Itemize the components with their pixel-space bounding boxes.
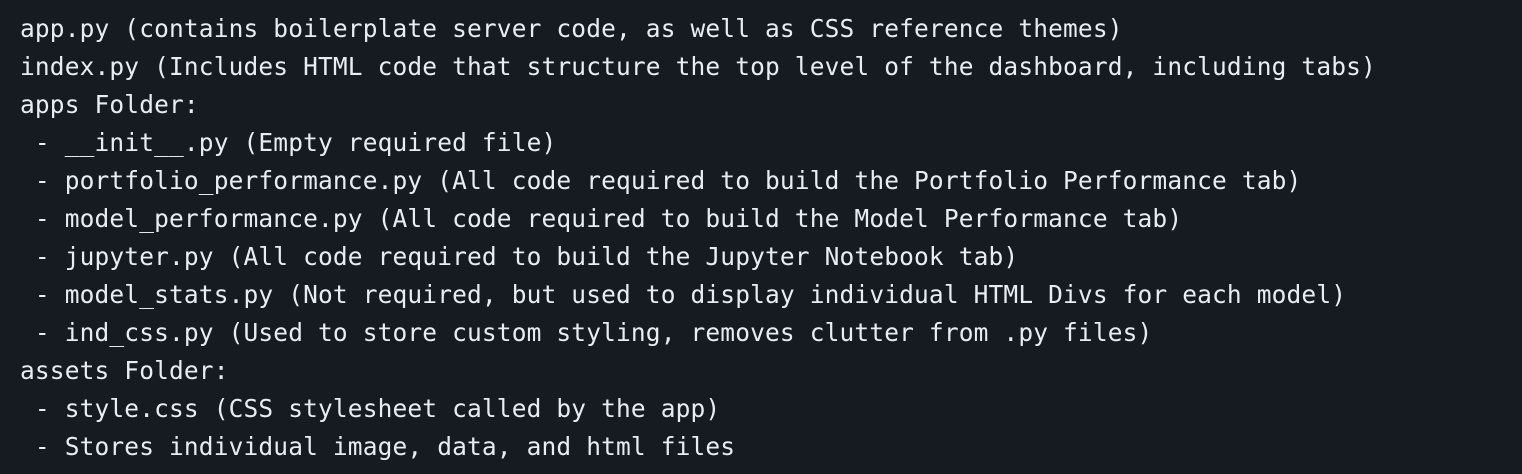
code-line-model-stats-py: - model_stats.py (Not required, but used… — [20, 280, 1347, 309]
code-line-assets-folder: assets Folder: — [20, 356, 229, 385]
code-line-ind-css-py: - ind_css.py (Used to store custom styli… — [20, 318, 1153, 347]
code-line-apps-folder: apps Folder: — [20, 90, 199, 119]
code-line-model-performance-py: - model_performance.py (All code require… — [20, 204, 1183, 233]
code-line-index-py: index.py (Includes HTML code that struct… — [20, 52, 1376, 81]
code-line-stores-files: - Stores individual image, data, and htm… — [20, 432, 736, 461]
code-line-app-py: app.py (contains boilerplate server code… — [20, 14, 1123, 43]
code-line-init-py: - __init__.py (Empty required file) — [20, 128, 557, 157]
code-block: app.py (contains boilerplate server code… — [0, 0, 1522, 474]
code-line-portfolio-performance-py: - portfolio_performance.py (All code req… — [20, 166, 1302, 195]
code-line-jupyter-py: - jupyter.py (All code required to build… — [20, 242, 1019, 271]
code-line-style-css: - style.css (CSS stylesheet called by th… — [20, 394, 721, 423]
